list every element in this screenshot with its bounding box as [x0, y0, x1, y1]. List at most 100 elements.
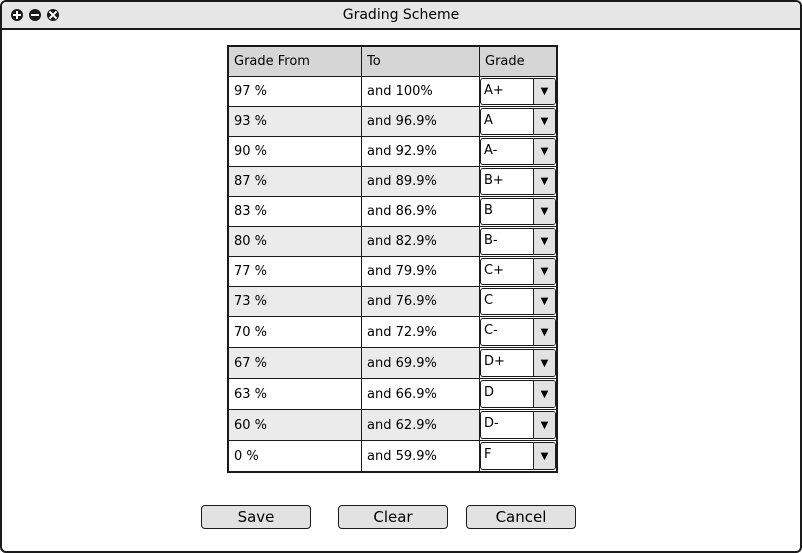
window-title: Grading Scheme	[342, 7, 460, 23]
grade-dropdown[interactable]: B ▼	[480, 198, 556, 225]
chevron-down-icon[interactable]: ▼	[533, 412, 555, 438]
grade-dropdown-value: A-	[484, 143, 498, 158]
table-row: 77 % and 79.9% C+ ▼	[229, 257, 556, 287]
grading-table: Grade From To Grade 97 % and 100% A+ ▼ 93 % a…	[227, 45, 558, 473]
grade-dropdown-value: D+	[484, 354, 505, 369]
grade-dropdown[interactable]: C- ▼	[480, 318, 556, 346]
grade-dropdown[interactable]: D ▼	[480, 380, 556, 408]
grade-dropdown-value: D	[484, 385, 495, 400]
grade-cell: C+ ▼	[480, 257, 556, 287]
grade-dropdown[interactable]: B+ ▼	[480, 168, 556, 195]
table-row: 63 % and 66.9% D ▼	[229, 379, 556, 410]
grade-to-cell: and 79.9%	[362, 257, 480, 287]
grade-dropdown-value: C-	[484, 323, 498, 338]
grade-cell: B ▼	[480, 197, 556, 227]
chevron-down-icon[interactable]: ▼	[533, 109, 555, 134]
save-button[interactable]: Save	[201, 505, 311, 529]
grade-dropdown[interactable]: A+ ▼	[480, 78, 556, 105]
chevron-down-icon[interactable]: ▼	[533, 139, 555, 164]
table-row: 90 % and 92.9% A- ▼	[229, 137, 556, 167]
table-row: 87 % and 89.9% B+ ▼	[229, 167, 556, 197]
grade-dropdown[interactable]: A ▼	[480, 108, 556, 135]
grade-from-cell: 93 %	[229, 107, 362, 137]
grade-to-cell: and 100%	[362, 77, 480, 107]
table-row: 93 % and 96.9% A ▼	[229, 107, 556, 137]
grade-to-cell: and 89.9%	[362, 167, 480, 197]
grade-from-cell: 83 %	[229, 197, 362, 227]
grade-cell: D ▼	[480, 379, 556, 410]
grade-dropdown-value: A+	[484, 83, 504, 98]
grade-to-cell: and 86.9%	[362, 197, 480, 227]
table-header-row: Grade From To Grade	[229, 47, 556, 77]
table-row: 97 % and 100% A+ ▼	[229, 77, 556, 107]
grade-to-cell: and 82.9%	[362, 227, 480, 257]
clear-button[interactable]: Clear	[338, 505, 448, 529]
grade-to-cell: and 62.9%	[362, 410, 480, 441]
grade-from-cell: 63 %	[229, 379, 362, 410]
grade-dropdown[interactable]: D+ ▼	[480, 349, 556, 377]
grade-to-cell: and 69.9%	[362, 348, 480, 379]
grade-from-cell: 97 %	[229, 77, 362, 107]
column-header-to: To	[362, 47, 480, 77]
table-row: 80 % and 82.9% B- ▼	[229, 227, 556, 257]
grade-from-cell: 67 %	[229, 348, 362, 379]
grade-dropdown[interactable]: B- ▼	[480, 228, 556, 255]
grade-from-cell: 90 %	[229, 137, 362, 167]
chevron-down-icon[interactable]: ▼	[533, 289, 555, 314]
grade-cell: C ▼	[480, 287, 556, 317]
table-row: 0 % and 59.9% F ▼	[229, 441, 556, 471]
grade-dropdown-value: A	[484, 113, 493, 128]
chevron-down-icon[interactable]: ▼	[533, 259, 555, 284]
grade-dropdown-value: C	[484, 293, 494, 308]
grade-dropdown[interactable]: C ▼	[480, 288, 556, 315]
grade-cell: D- ▼	[480, 410, 556, 441]
column-header-grade: Grade	[480, 47, 556, 77]
grade-cell: B+ ▼	[480, 167, 556, 197]
grade-to-cell: and 76.9%	[362, 287, 480, 317]
grade-cell: F ▼	[480, 441, 556, 471]
table-row: 83 % and 86.9% B ▼	[229, 197, 556, 227]
cancel-button[interactable]: Cancel	[466, 505, 576, 529]
grade-from-cell: 0 %	[229, 441, 362, 471]
grade-dropdown[interactable]: D- ▼	[480, 411, 556, 439]
column-header-grade-from: Grade From	[229, 47, 362, 77]
grade-cell: A+ ▼	[480, 77, 556, 107]
table-row: 67 % and 69.9% D+ ▼	[229, 348, 556, 379]
chevron-down-icon[interactable]: ▼	[533, 381, 555, 407]
grade-dropdown-value: C+	[484, 263, 504, 278]
grade-dropdown[interactable]: F ▼	[480, 442, 556, 470]
grading-scheme-window: Grading Scheme Grade From To Grade 97 % a…	[0, 0, 802, 553]
grade-to-cell: and 96.9%	[362, 107, 480, 137]
grade-cell: C- ▼	[480, 317, 556, 348]
grade-to-cell: and 59.9%	[362, 441, 480, 471]
chevron-down-icon[interactable]: ▼	[533, 229, 555, 254]
grade-to-cell: and 72.9%	[362, 317, 480, 348]
chevron-down-icon[interactable]: ▼	[533, 79, 555, 104]
table-row: 60 % and 62.9% D- ▼	[229, 410, 556, 441]
table-row: 70 % and 72.9% C- ▼	[229, 317, 556, 348]
table-row: 73 % and 76.9% C ▼	[229, 287, 556, 317]
grade-from-cell: 73 %	[229, 287, 362, 317]
chevron-down-icon[interactable]: ▼	[533, 350, 555, 376]
grade-from-cell: 60 %	[229, 410, 362, 441]
grade-dropdown-value: B-	[484, 233, 498, 248]
grade-dropdown-value: F	[484, 447, 492, 462]
grade-dropdown[interactable]: A- ▼	[480, 138, 556, 165]
grade-from-cell: 80 %	[229, 227, 362, 257]
grade-dropdown-value: B	[484, 203, 493, 218]
chevron-down-icon[interactable]: ▼	[533, 443, 555, 469]
grade-dropdown-value: B+	[484, 173, 504, 188]
grade-dropdown[interactable]: C+ ▼	[480, 258, 556, 285]
title-bar: Grading Scheme	[2, 2, 800, 30]
chevron-down-icon[interactable]: ▼	[533, 319, 555, 345]
grade-cell: D+ ▼	[480, 348, 556, 379]
grade-to-cell: and 92.9%	[362, 137, 480, 167]
grade-cell: A ▼	[480, 107, 556, 137]
grade-to-cell: and 66.9%	[362, 379, 480, 410]
grade-from-cell: 70 %	[229, 317, 362, 348]
grade-cell: B- ▼	[480, 227, 556, 257]
grade-from-cell: 77 %	[229, 257, 362, 287]
chevron-down-icon[interactable]: ▼	[533, 199, 555, 224]
grade-cell: A- ▼	[480, 137, 556, 167]
chevron-down-icon[interactable]: ▼	[533, 169, 555, 194]
